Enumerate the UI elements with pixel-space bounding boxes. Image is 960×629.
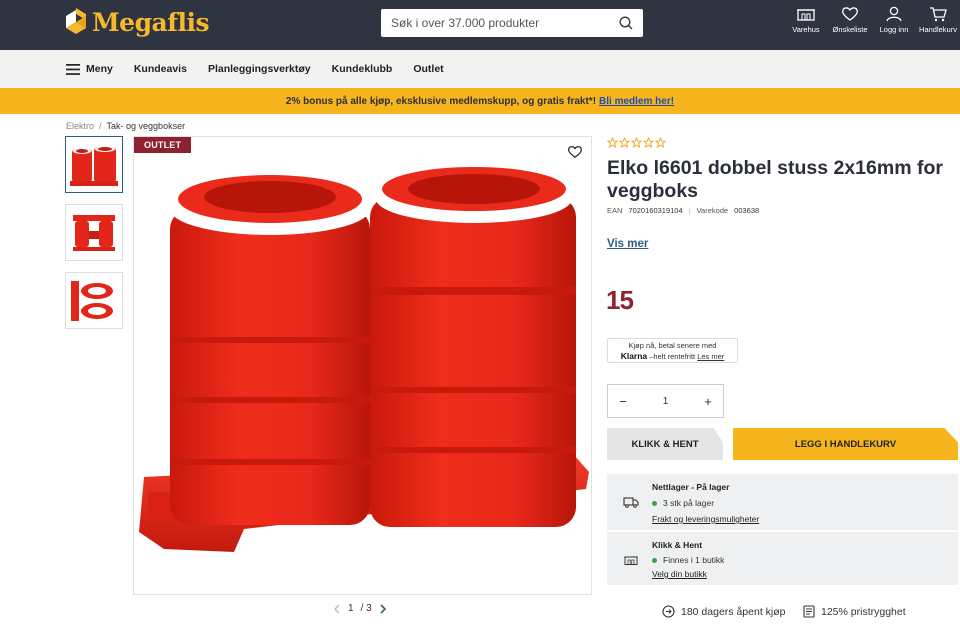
add-to-cart-button[interactable]: LEGG I HANDLEKURV — [733, 428, 958, 460]
star-icon — [631, 137, 642, 148]
varekode-value: 003638 — [734, 206, 760, 215]
promo-text: 2% bonus på alle kjøp, eksklusive medlem… — [285, 95, 597, 107]
rating-stars[interactable] — [607, 137, 666, 148]
search-box[interactable] — [381, 9, 643, 37]
click-and-collect-button[interactable]: KLIKK & HENT — [607, 428, 723, 460]
search-icon[interactable] — [619, 16, 633, 30]
star-icon — [619, 137, 630, 148]
product-price: 15 — [606, 285, 634, 315]
pager-total: / 3 — [360, 603, 372, 614]
heart-icon — [842, 7, 858, 21]
chevron-right-icon[interactable] — [379, 603, 387, 614]
quantity-value[interactable]: 1 — [663, 396, 669, 407]
menu-button[interactable]: Meny — [66, 63, 113, 75]
user-icon — [886, 6, 902, 22]
klarna-line2-wrap: Klarna –helt rentefritt Les mer — [608, 351, 737, 362]
choose-store-link[interactable]: Velg din butikk — [652, 569, 707, 579]
add-to-wishlist-icon[interactable] — [567, 145, 583, 159]
login-button[interactable]: Logg inn — [872, 6, 916, 34]
product-thumbnail-image — [71, 280, 113, 321]
return-days-icon — [662, 605, 675, 618]
price-guarantee: 125% pristrygghet — [803, 605, 906, 618]
cart-button[interactable]: Handlekurv — [916, 6, 960, 34]
store-stock-status-text: Finnes i 1 butikk — [663, 555, 725, 565]
ean-label: EAN — [607, 206, 623, 215]
varehus-label: Varehus — [792, 25, 820, 34]
shipping-options-link[interactable]: Frakt og leveringsmuligheter — [652, 514, 759, 524]
cart-icon — [930, 7, 947, 22]
in-stock-dot-icon — [652, 500, 657, 506]
breadcrumb-separator: / — [99, 121, 102, 131]
online-stock-title: Nettlager - På lager — [652, 482, 730, 492]
online-stock-status-text: 3 stk på lager — [663, 498, 715, 508]
increase-quantity-button[interactable]: + — [701, 394, 715, 409]
logo-mark-icon — [66, 8, 86, 34]
delivery-truck-icon — [623, 497, 639, 508]
product-image — [139, 167, 589, 552]
price-guarantee-text: 125% pristrygghet — [821, 605, 906, 618]
store-icon — [624, 556, 638, 565]
logo-text: Megaflis — [92, 7, 210, 37]
open-purchase-guarantee: 180 dagers åpent kjøp — [662, 605, 786, 618]
nav-item-kundeavis[interactable]: Kundeavis — [134, 63, 187, 75]
thumbnail-3[interactable] — [65, 272, 123, 329]
main-nav: Meny Kundeavis Planleggingsverktøy Kunde… — [0, 50, 960, 88]
store-stock-title: Klikk & Hent — [652, 540, 703, 550]
klarna-line1: Kjøp nå, betal senere med — [628, 341, 717, 350]
breadcrumb-item-current[interactable]: Tak- og veggbokser — [107, 121, 186, 131]
thumbnail-2[interactable] — [65, 204, 123, 261]
login-label: Logg inn — [879, 25, 909, 34]
menu-label: Meny — [86, 63, 113, 75]
klarna-line2: –helt rentefritt — [649, 352, 696, 361]
klarna-info: Kjøp nå, betal senere med Klarna –helt r… — [607, 338, 738, 363]
product-thumbnail-image — [70, 145, 118, 186]
store-stock-panel: Klikk & Hent Finnes i 1 butikk Velg din … — [607, 532, 958, 585]
star-icon — [655, 137, 666, 148]
star-icon — [607, 137, 618, 148]
header-actions: Varehus Ønskeliste Logg inn Handlekurv — [784, 6, 960, 34]
klarna-logo: Klarna — [620, 351, 648, 361]
open-purchase-text: 180 dagers åpent kjøp — [681, 605, 786, 618]
product-main-image[interactable]: OUTLET — [133, 136, 592, 595]
product-title: Elko l6601 dobbel stuss 2x16mm for veggb… — [607, 157, 943, 202]
breadcrumb-item-elektro[interactable]: Elektro — [66, 121, 94, 131]
ean-value: 7020160319104 — [628, 206, 683, 215]
outlet-badge: OUTLET — [134, 137, 192, 153]
online-stock-panel: Nettlager - På lager 3 stk på lager Frak… — [607, 474, 958, 530]
price-guarantee-icon — [803, 605, 815, 618]
hamburger-icon — [66, 63, 80, 75]
image-pager: 1 / 3 — [333, 603, 387, 614]
product-codes: EAN 7020160319104 | Varekode 003638 — [607, 206, 759, 215]
product-thumbnail-image — [73, 214, 115, 251]
nav-item-planleggingsverktoy[interactable]: Planleggingsverktøy — [208, 63, 311, 75]
search-input[interactable] — [391, 16, 619, 30]
megaflis-logo[interactable]: Megaflis — [64, 6, 210, 38]
code-divider: | — [688, 206, 691, 215]
chevron-left-icon[interactable] — [333, 604, 341, 614]
klarna-read-more-link[interactable]: Les mer — [697, 352, 724, 361]
wishlist-label: Ønskeliste — [832, 25, 868, 34]
store-icon — [797, 9, 815, 21]
varekode-label: Varekode — [696, 206, 729, 215]
varehus-button[interactable]: Varehus — [784, 6, 828, 34]
in-stock-dot-icon — [652, 557, 657, 563]
nav-item-kundeklubb[interactable]: Kundeklubb — [332, 63, 393, 75]
nav-item-outlet[interactable]: Outlet — [413, 63, 443, 75]
thumbnail-1[interactable] — [65, 136, 123, 193]
breadcrumb: Elektro / Tak- og veggbokser — [66, 121, 185, 131]
show-more-link[interactable]: Vis mer — [607, 238, 648, 250]
star-icon — [643, 137, 654, 148]
store-stock-status: Finnes i 1 butikk — [652, 555, 724, 565]
decrease-quantity-button[interactable]: − — [616, 394, 630, 409]
top-header: Megaflis Varehus Ønskeliste — [0, 0, 960, 50]
promo-link[interactable]: Bli medlem her! — [599, 96, 674, 107]
pager-current: 1 — [348, 603, 354, 614]
wishlist-button[interactable]: Ønskeliste — [828, 6, 872, 34]
promo-banner: 2% bonus på alle kjøp, eksklusive medlem… — [0, 88, 960, 114]
cart-label: Handlekurv — [919, 25, 957, 34]
quantity-stepper: − 1 + — [607, 384, 724, 418]
online-stock-status: 3 stk på lager — [652, 498, 714, 508]
